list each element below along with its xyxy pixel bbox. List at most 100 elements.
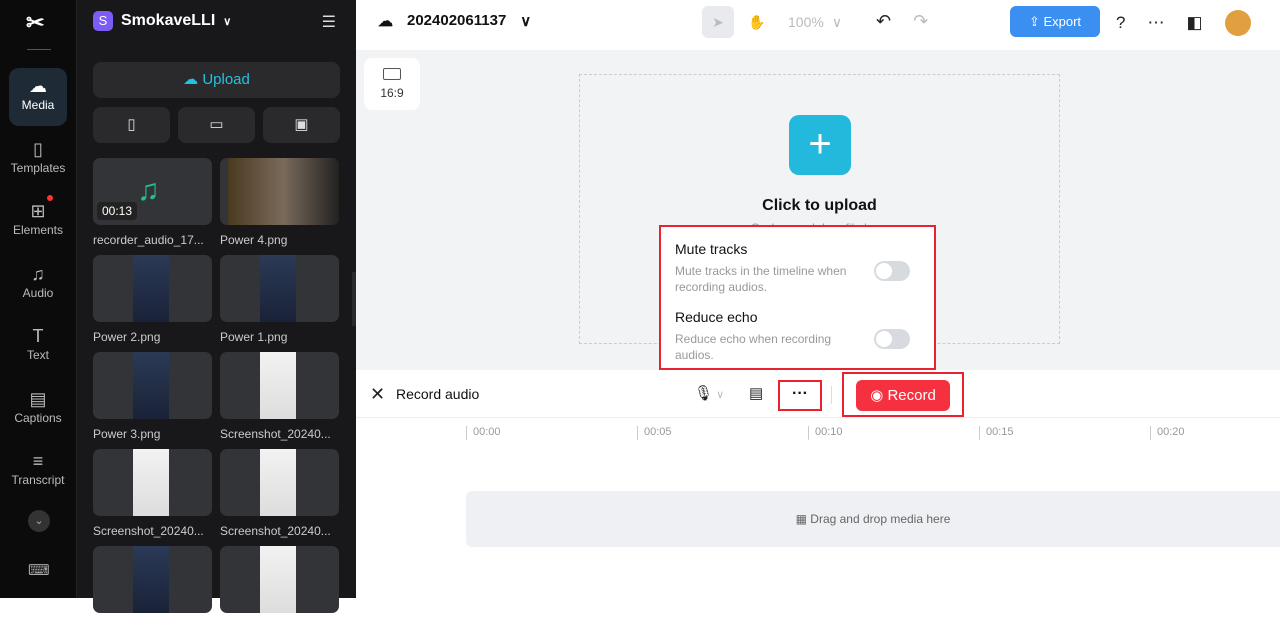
media-item[interactable]: Power 3.png (93, 352, 212, 449)
media-thumbnail[interactable] (93, 449, 212, 516)
ratio-icon (383, 68, 401, 80)
media-thumbnail[interactable] (93, 546, 212, 613)
timeline-ruler[interactable]: 00:00 00:05 00:10 00:15 00:20 (356, 420, 1280, 450)
label: Elements (12, 223, 64, 237)
plus-icon[interactable]: + (789, 115, 851, 175)
select-tool-icon[interactable]: ➤ (702, 6, 734, 38)
music-note-icon: ♫ (137, 174, 160, 207)
media-item[interactable]: ♫ 00:13 recorder_audio_17... (93, 158, 212, 255)
export-button[interactable]: ⇪ Export (1010, 6, 1100, 37)
label: Audio (22, 286, 54, 300)
rail-media[interactable]: ☁ Media (9, 68, 67, 126)
upload-label: Upload (202, 71, 250, 88)
media-name: recorder_audio_17... (93, 233, 204, 247)
media-item[interactable]: Power 4.png (220, 158, 339, 255)
duration: 00:13 (97, 202, 138, 220)
tick-label: 00:05 (637, 426, 672, 440)
record-icon: ◉ (870, 387, 888, 404)
image-preview (260, 449, 296, 516)
chevron-down-icon: ∨ (831, 13, 843, 30)
layout-icon[interactable]: ◧ (1186, 13, 1202, 33)
keyboard-icon[interactable]: ⌨ (28, 561, 50, 579)
media-thumbnail[interactable]: ♫ 00:13 (93, 158, 212, 225)
media-name: Power 4.png (220, 233, 288, 247)
help-icon[interactable]: ? (1116, 13, 1125, 33)
rail-transcript[interactable]: ≡ Transcript (9, 443, 67, 501)
media-item[interactable] (93, 546, 212, 643)
label: Transcript (11, 473, 65, 487)
redo-icon[interactable]: ↷ (913, 11, 928, 32)
media-thumbnail[interactable] (220, 255, 339, 322)
camera-record-button[interactable]: ▭ (178, 107, 255, 143)
record-settings-popover: Mute tracks Mute tracks in the timeline w… (659, 225, 936, 370)
media-item[interactable]: Screenshot_20240... (93, 449, 212, 546)
media-name: Power 1.png (220, 330, 288, 344)
media-item[interactable]: Screenshot_20240... (220, 352, 339, 449)
captions-icon[interactable]: ▤ (749, 384, 763, 402)
chevron-down-icon: ∨ (223, 15, 232, 28)
workspace-name: SmokaveLLI (121, 12, 216, 29)
ratio-label: 16:9 (380, 86, 404, 100)
record-button[interactable]: ◉ Record (856, 380, 950, 411)
media-thumbnail[interactable] (220, 352, 339, 419)
phone-upload-button[interactable]: ▯ (93, 107, 170, 143)
film-icon: ▦ (795, 512, 811, 526)
microphone-icon[interactable]: 🎙 ∨ (694, 384, 724, 402)
aspect-ratio-button[interactable]: 16:9 (364, 58, 420, 110)
record-audio-bar: ✕ Record audio 🎙 ∨ ▤ ··· ◉ Record (356, 370, 1280, 418)
transcript-icon: ≡ (32, 451, 44, 471)
echo-title: Reduce echo (675, 309, 758, 325)
rail-templates[interactable]: ▯ Templates (9, 131, 67, 189)
cloud-icon: ☁ (378, 13, 393, 30)
media-item[interactable]: Screenshot_20240... (220, 449, 339, 546)
more-options-button[interactable]: ··· (778, 380, 822, 411)
mute-desc: Mute tracks in the timeline when recordi… (675, 264, 847, 294)
workspace-avatar: S (93, 11, 113, 31)
image-preview (228, 158, 339, 225)
media-name: Screenshot_20240... (93, 524, 204, 538)
undo-icon[interactable]: ↶ (876, 11, 891, 32)
drop-label: Drag and drop media here (810, 512, 951, 526)
image-preview (133, 352, 169, 419)
rail-elements[interactable]: ⊞ Elements (9, 193, 67, 251)
tick-label: 00:10 (808, 426, 843, 440)
record-label: Record (887, 387, 936, 404)
media-item[interactable] (220, 546, 339, 643)
image-preview (133, 546, 169, 613)
mute-tracks-toggle[interactable] (874, 261, 910, 281)
tick-label: 00:15 (979, 426, 1014, 440)
rail-captions[interactable]: ▤ Captions (9, 381, 67, 439)
expand-chevron-icon[interactable]: ⌄ (28, 510, 50, 532)
media-thumbnail[interactable] (93, 255, 212, 322)
media-thumbnail[interactable] (93, 352, 212, 419)
captions-icon: ▤ (29, 389, 47, 409)
media-thumbnail[interactable] (220, 449, 339, 516)
project-title[interactable]: ☁ 202402061137 ∨ (378, 12, 531, 30)
rail-text[interactable]: T Text (9, 318, 67, 376)
capcut-logo-icon[interactable]: ✂ (26, 10, 44, 36)
label: Templates (10, 161, 66, 175)
media-thumbnail[interactable] (220, 158, 339, 225)
hand-tool-icon[interactable]: ✋ (742, 14, 772, 31)
sort-icon[interactable]: ☰ (322, 12, 336, 32)
close-icon[interactable]: ✕ (370, 384, 385, 405)
screen-record-button[interactable]: ▣ (263, 107, 340, 143)
media-thumbnail[interactable] (220, 546, 339, 613)
tick-label: 00:20 (1150, 426, 1185, 440)
image-preview (133, 449, 169, 516)
media-name: Screenshot_20240... (220, 427, 331, 441)
cloud-upload-icon: ☁ (29, 76, 47, 96)
project-name: 202402061137 (407, 12, 507, 29)
reduce-echo-toggle[interactable] (874, 329, 910, 349)
rail-audio[interactable]: ♫ Audio (9, 256, 67, 314)
media-item[interactable]: Power 2.png (93, 255, 212, 352)
record-highlight: ◉ Record (842, 372, 964, 417)
workspace-selector[interactable]: S SmokaveLLI ∨ (93, 11, 231, 31)
more-icon[interactable]: ⋯ (1147, 13, 1164, 33)
timeline-dropzone[interactable]: ▦ Drag and drop media here (466, 491, 1280, 547)
media-item[interactable]: Power 1.png (220, 255, 339, 352)
user-avatar[interactable] (1224, 10, 1251, 36)
upload-button[interactable]: ☁ Upload (93, 62, 340, 98)
zoom-level[interactable]: 100% (788, 14, 824, 30)
text-icon: T (32, 326, 44, 346)
